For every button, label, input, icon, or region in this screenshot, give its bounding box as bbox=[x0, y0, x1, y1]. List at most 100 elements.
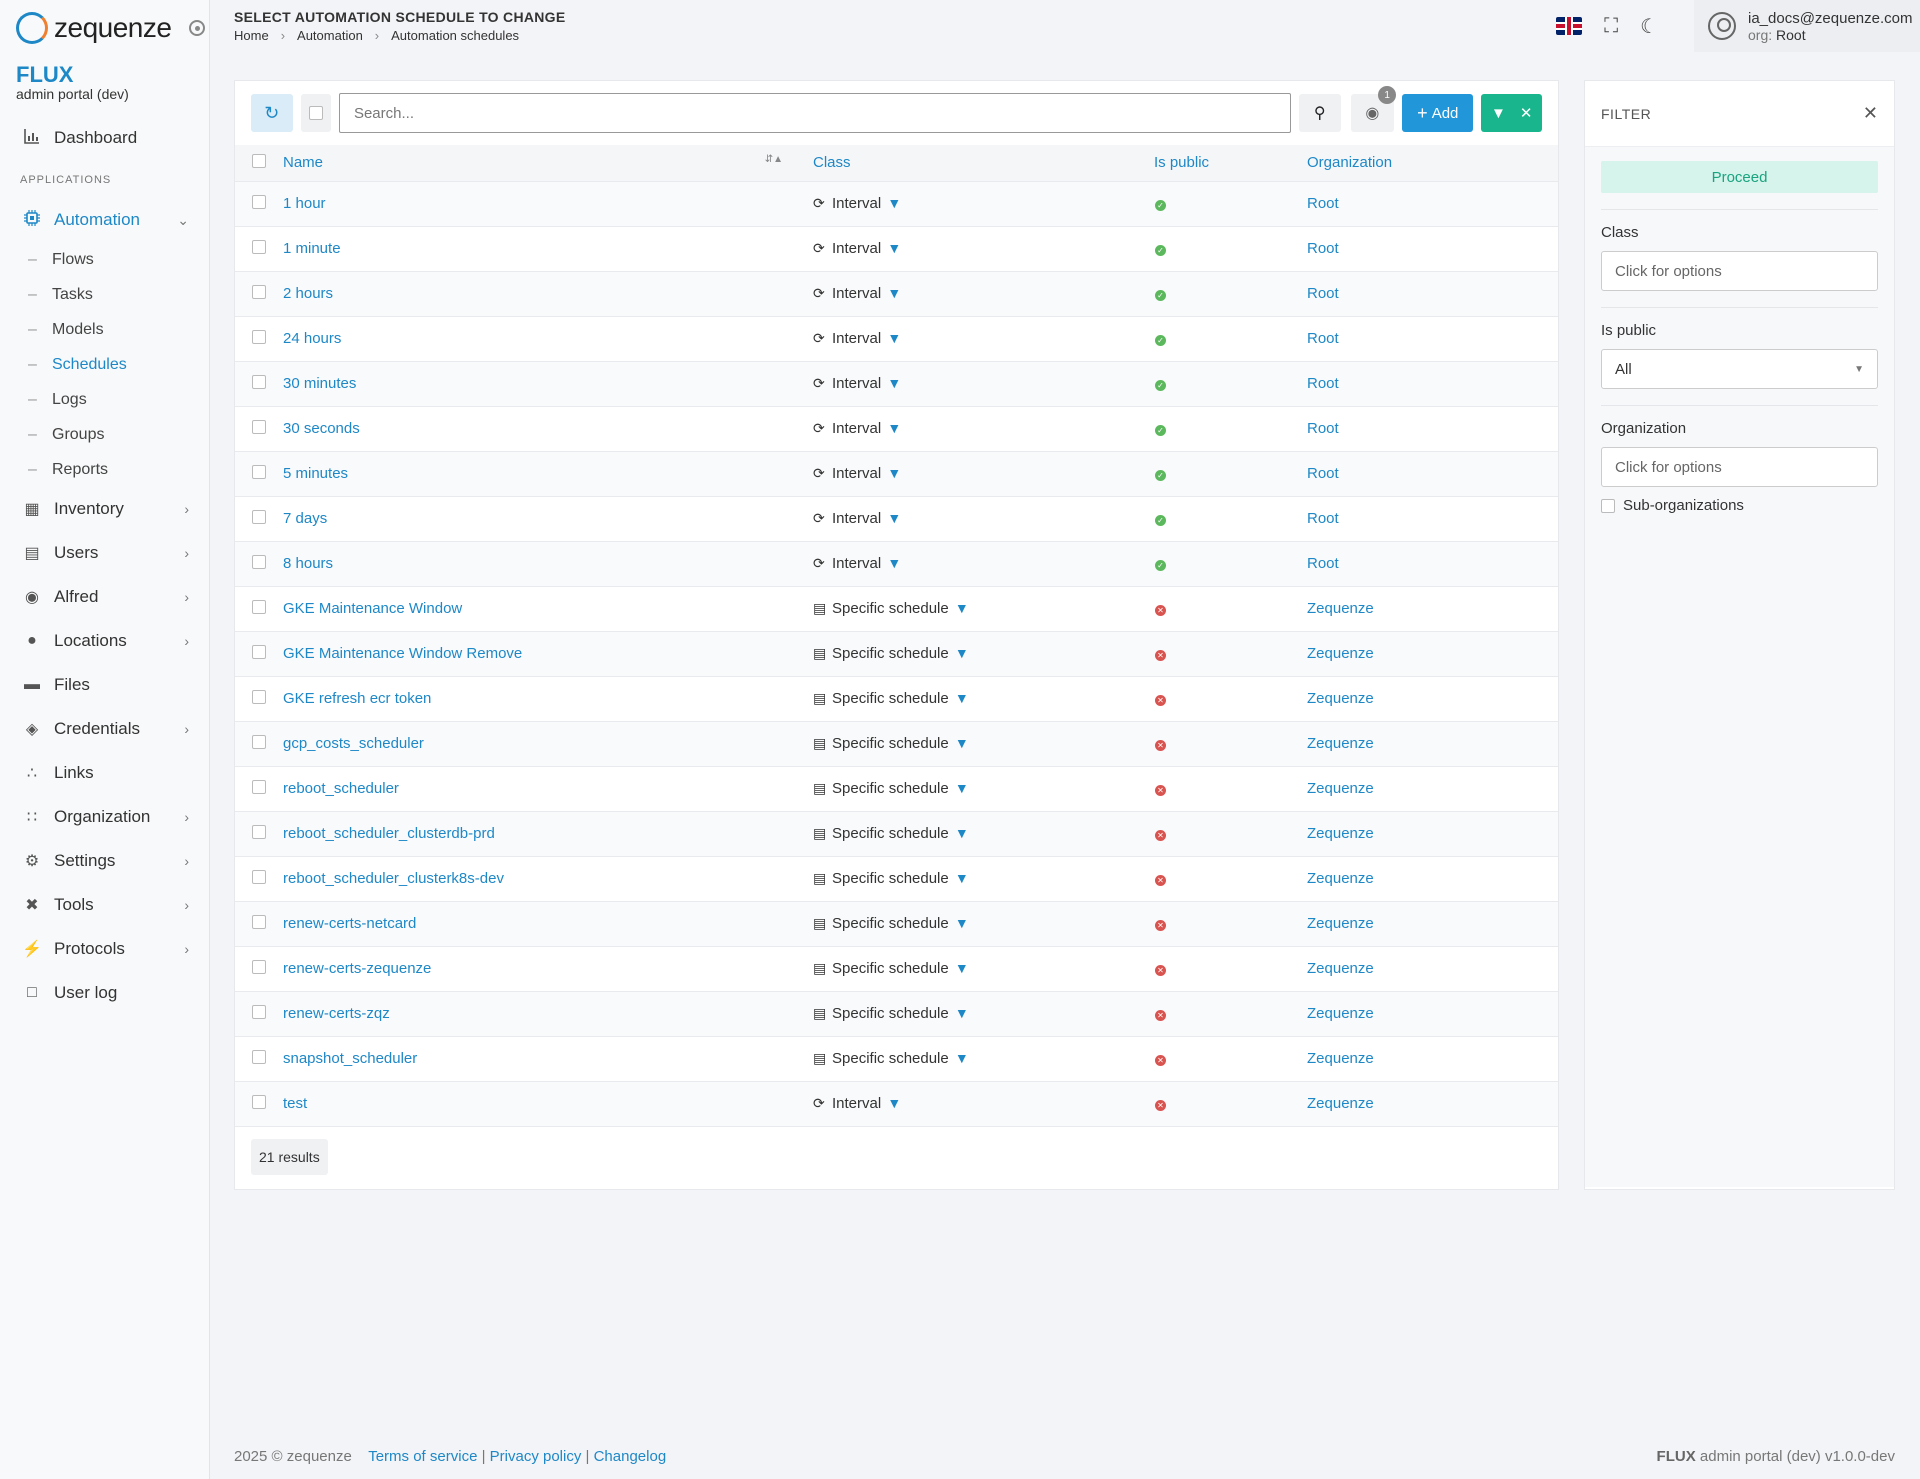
schedule-name-link[interactable]: gcp_costs_scheduler bbox=[283, 735, 424, 752]
table-row[interactable]: GKE refresh ecr token ▤ Specific schedule … bbox=[235, 676, 1558, 721]
table-row[interactable]: renew-certs-zqz ▤ Specific schedule ▼ ✕ Zequ… bbox=[235, 991, 1558, 1036]
row-checkbox[interactable] bbox=[252, 284, 266, 299]
sidebar-item-files[interactable]: ▬ Files bbox=[0, 663, 209, 707]
sidebar-subitem-flows[interactable]: – Flows bbox=[0, 242, 209, 277]
filter-by-icon[interactable]: ▼ bbox=[887, 510, 901, 526]
sidebar-subitem-logs[interactable]: – Logs bbox=[0, 382, 209, 417]
row-checkbox[interactable] bbox=[252, 509, 266, 524]
table-row[interactable]: renew-certs-netcard ▤ Specific schedule ▼ ✕… bbox=[235, 901, 1558, 946]
class-filter-select[interactable]: Click for options bbox=[1601, 251, 1878, 291]
sidebar-item-locations[interactable]: ● Locations › bbox=[0, 619, 209, 663]
terms-link[interactable]: Terms of service bbox=[368, 1448, 477, 1465]
row-checkbox[interactable] bbox=[252, 869, 266, 884]
fullscreen-icon[interactable]: ⛶ bbox=[1604, 15, 1618, 38]
table-row[interactable]: reboot_scheduler_clusterk8s-dev ▤ Specific… bbox=[235, 856, 1558, 901]
column-header-class[interactable]: Class bbox=[813, 145, 1154, 181]
sub-organizations-option[interactable]: Sub-organizations bbox=[1601, 497, 1878, 514]
schedule-name-link[interactable]: 30 minutes bbox=[283, 375, 356, 392]
table-row[interactable]: 24 hours ⟳ Interval ▼ ✓ Root bbox=[235, 316, 1558, 361]
schedule-name-link[interactable]: GKE Maintenance Window bbox=[283, 600, 462, 617]
row-checkbox[interactable] bbox=[252, 914, 266, 929]
filter-by-icon[interactable]: ▼ bbox=[887, 375, 901, 391]
checkbox[interactable] bbox=[308, 106, 323, 120]
organization-link[interactable]: Zequenze bbox=[1307, 735, 1374, 752]
select-all-checkbox[interactable] bbox=[252, 153, 266, 168]
columns-visibility-button[interactable]: ◉ 1 bbox=[1350, 86, 1397, 132]
filter-by-icon[interactable]: ▼ bbox=[955, 915, 969, 931]
schedule-name-link[interactable]: renew-certs-zequenze bbox=[283, 960, 431, 977]
sidebar-item-users[interactable]: ▤ Users › bbox=[0, 531, 209, 575]
organization-link[interactable]: Root bbox=[1307, 285, 1339, 302]
organization-link[interactable]: Zequenze bbox=[1307, 780, 1374, 797]
filter-by-icon[interactable]: ▼ bbox=[887, 555, 901, 571]
schedule-name-link[interactable]: 30 seconds bbox=[283, 420, 360, 437]
organization-link[interactable]: Zequenze bbox=[1307, 960, 1374, 977]
search-input[interactable] bbox=[338, 93, 1291, 133]
table-row[interactable]: renew-certs-zequenze ▤ Specific schedule ▼… bbox=[235, 946, 1558, 991]
schedule-name-link[interactable]: reboot_scheduler_clusterdb-prd bbox=[283, 825, 495, 842]
table-row[interactable]: 1 minute ⟳ Interval ▼ ✓ Root bbox=[235, 226, 1558, 271]
filter-by-icon[interactable]: ▼ bbox=[955, 870, 969, 886]
sort-icon[interactable]: ⇵▲ bbox=[765, 154, 783, 165]
schedule-name-link[interactable]: 1 minute bbox=[283, 240, 341, 257]
filter-by-icon[interactable]: ▼ bbox=[955, 960, 969, 976]
table-row[interactable]: test ⟳ Interval ▼ ✕ Zequenze bbox=[235, 1081, 1558, 1126]
row-checkbox[interactable] bbox=[252, 1049, 266, 1064]
breadcrumb-home[interactable]: Home bbox=[234, 28, 269, 43]
table-row[interactable]: 2 hours ⟳ Interval ▼ ✓ Root bbox=[235, 271, 1558, 316]
sub-organizations-checkbox[interactable] bbox=[1601, 498, 1615, 513]
row-checkbox[interactable] bbox=[252, 329, 266, 344]
search-button[interactable]: ⚲ bbox=[1298, 94, 1341, 132]
sidebar-subitem-schedules[interactable]: – Schedules bbox=[0, 347, 209, 382]
filter-by-icon[interactable]: ▼ bbox=[955, 690, 969, 706]
table-row[interactable]: 5 minutes ⟳ Interval ▼ ✓ Root bbox=[235, 451, 1558, 496]
sidebar-subitem-groups[interactable]: – Groups bbox=[0, 417, 209, 452]
uk-flag-icon[interactable] bbox=[1556, 17, 1583, 35]
user-menu[interactable]: ia_docs@zequenze.com org: Root bbox=[1694, 0, 1920, 52]
organization-link[interactable]: Zequenze bbox=[1307, 915, 1374, 932]
sidebar-subitem-models[interactable]: – Models bbox=[0, 312, 209, 347]
sidebar-item-credentials[interactable]: ◈ Credentials › bbox=[0, 707, 209, 751]
proceed-button[interactable]: Proceed bbox=[1601, 161, 1878, 193]
organization-link[interactable]: Zequenze bbox=[1307, 1095, 1374, 1112]
row-checkbox[interactable] bbox=[252, 194, 266, 209]
organization-link[interactable]: Root bbox=[1307, 510, 1339, 527]
organization-link[interactable]: Zequenze bbox=[1307, 1050, 1374, 1067]
schedule-name-link[interactable]: reboot_scheduler_clusterk8s-dev bbox=[283, 870, 504, 887]
schedule-name-link[interactable]: 1 hour bbox=[283, 195, 326, 212]
sidebar-item-settings[interactable]: ⚙ Settings › bbox=[0, 839, 209, 883]
table-row[interactable]: 8 hours ⟳ Interval ▼ ✓ Root bbox=[235, 541, 1558, 586]
changelog-link[interactable]: Changelog bbox=[594, 1448, 667, 1465]
schedule-name-link[interactable]: 24 hours bbox=[283, 330, 341, 347]
breadcrumb-automation[interactable]: Automation bbox=[297, 28, 363, 43]
table-row[interactable]: 7 days ⟳ Interval ▼ ✓ Root bbox=[235, 496, 1558, 541]
sidebar-item-tools[interactable]: ✖ Tools › bbox=[0, 883, 209, 927]
sidebar-subitem-reports[interactable]: – Reports bbox=[0, 452, 209, 487]
sidebar-item-user-log[interactable]: □ User log bbox=[0, 971, 209, 1015]
organization-link[interactable]: Root bbox=[1307, 555, 1339, 572]
is-public-filter-select[interactable]: All ▼ bbox=[1601, 349, 1878, 389]
filter-by-icon[interactable]: ▼ bbox=[887, 465, 901, 481]
sidebar-item-organization[interactable]: ∷ Organization › bbox=[0, 795, 209, 839]
sidebar-item-links[interactable]: ∴ Links bbox=[0, 751, 209, 795]
filter-by-icon[interactable]: ▼ bbox=[887, 240, 901, 256]
row-checkbox[interactable] bbox=[252, 1004, 266, 1019]
filter-by-icon[interactable]: ▼ bbox=[955, 735, 969, 751]
sidebar-item-alfred[interactable]: ◉ Alfred › bbox=[0, 575, 209, 619]
filter-by-icon[interactable]: ▼ bbox=[887, 195, 901, 211]
table-row[interactable]: reboot_scheduler ▤ Specific schedule ▼ ✕ Zeq… bbox=[235, 766, 1558, 811]
moon-icon[interactable]: ☾ bbox=[1640, 14, 1658, 39]
row-checkbox[interactable] bbox=[252, 824, 266, 839]
filter-by-icon[interactable]: ▼ bbox=[955, 780, 969, 796]
organization-link[interactable]: Zequenze bbox=[1307, 645, 1374, 662]
row-checkbox[interactable] bbox=[252, 554, 266, 569]
select-all-toggle[interactable] bbox=[300, 94, 331, 132]
row-checkbox[interactable] bbox=[252, 1094, 266, 1109]
table-row[interactable]: GKE Maintenance Window ▤ Specific schedule… bbox=[235, 586, 1558, 631]
schedule-name-link[interactable]: renew-certs-zqz bbox=[283, 1005, 390, 1022]
row-checkbox[interactable] bbox=[252, 464, 266, 479]
row-checkbox[interactable] bbox=[252, 374, 266, 389]
row-checkbox[interactable] bbox=[252, 689, 266, 704]
sidebar-item-inventory[interactable]: ▦ Inventory › bbox=[0, 487, 209, 531]
row-checkbox[interactable] bbox=[252, 779, 266, 794]
